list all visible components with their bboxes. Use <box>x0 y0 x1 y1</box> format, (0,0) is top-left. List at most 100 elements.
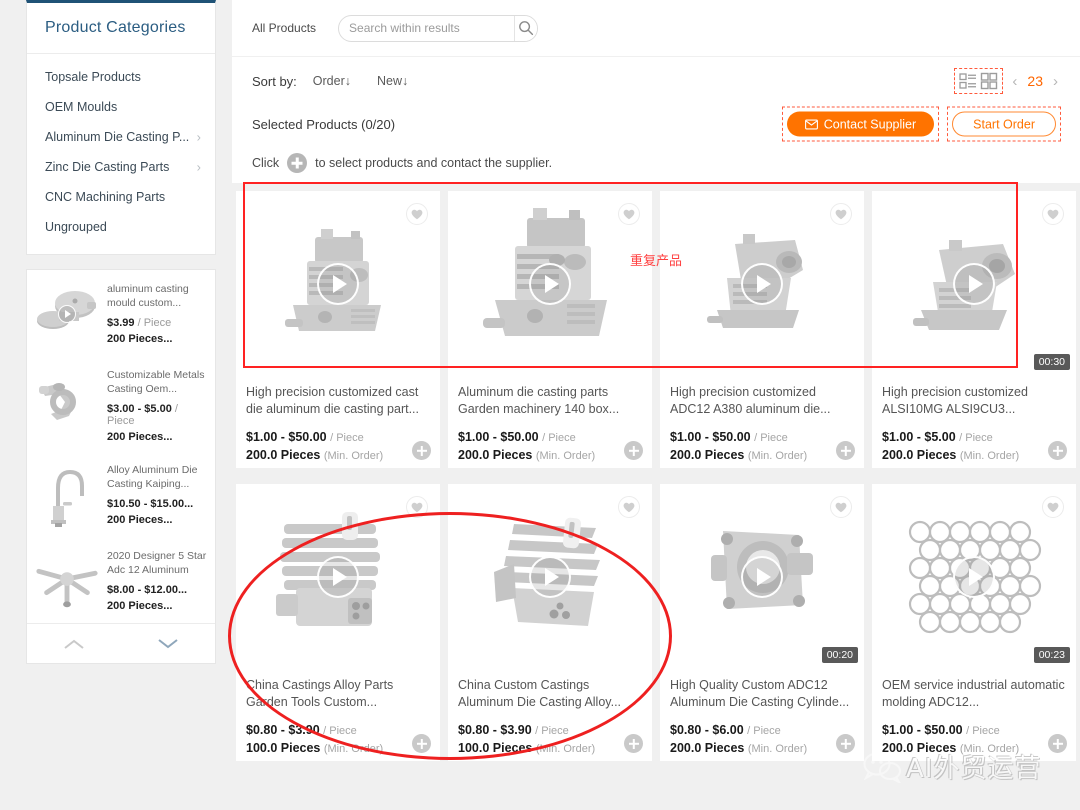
select-product-button[interactable] <box>836 441 855 460</box>
list-item[interactable]: aluminum casting mould custom... $3.99 /… <box>27 270 215 356</box>
sidebar-item-topsale-products[interactable]: Topsale Products <box>27 62 215 92</box>
select-product-button[interactable] <box>624 441 643 460</box>
moq-value: 200.0 Pieces <box>882 741 957 755</box>
moq-value: 200.0 Pieces <box>246 448 321 462</box>
product-price: $1.00 - $50.00 / Piece <box>246 430 430 444</box>
select-product-button[interactable] <box>412 441 431 460</box>
favorite-button[interactable] <box>618 203 640 225</box>
product-price: $8.00 - $12.00... <box>107 584 207 596</box>
product-title[interactable]: High Quality Custom ADC12 Aluminum Die C… <box>670 677 854 711</box>
product-categories-title: Product Categories <box>27 3 215 54</box>
play-button[interactable] <box>529 262 571 305</box>
product-price: $3.99 / Piece <box>107 317 207 329</box>
product-title[interactable]: OEM service industrial automatic molding… <box>882 677 1066 711</box>
favorite-button[interactable] <box>406 496 428 518</box>
list-item[interactable]: Customizable Metals Casting Oem... $3.00… <box>27 356 215 451</box>
sidebar-item-aluminum-die-casting[interactable]: Aluminum Die Casting P... › <box>27 122 215 152</box>
prev-page-button[interactable]: ‹ <box>1010 73 1019 90</box>
product-moq: 200 Pieces... <box>107 431 173 443</box>
play-button[interactable] <box>317 262 359 305</box>
product-image[interactable] <box>236 484 440 669</box>
search-button[interactable] <box>514 15 538 41</box>
product-image[interactable]: 00:23 <box>872 484 1076 669</box>
play-button[interactable] <box>741 262 783 305</box>
sort-option-order[interactable]: Order↓ <box>313 74 351 88</box>
select-product-button[interactable] <box>412 734 431 753</box>
favorite-button[interactable] <box>1042 203 1064 225</box>
favorite-button[interactable] <box>406 203 428 225</box>
moq-sub: (Min. Order) <box>323 450 384 462</box>
moq-value: 100.0 Pieces <box>246 741 321 755</box>
select-product-button[interactable] <box>624 734 643 753</box>
product-grid-row-1: High precision customized cast die alumi… <box>232 183 1080 468</box>
product-thumbnail[interactable] <box>33 280 101 348</box>
product-info: 2020 Designer 5 Star Adc 12 Aluminum D..… <box>107 547 207 612</box>
product-image[interactable] <box>448 191 652 376</box>
product-thumbnail[interactable] <box>33 547 101 615</box>
play-button[interactable] <box>953 262 995 305</box>
sidebar-item-cnc-machining-parts[interactable]: CNC Machining Parts <box>27 182 215 212</box>
play-button[interactable] <box>741 555 783 598</box>
play-button[interactable] <box>953 555 995 598</box>
sort-option-new[interactable]: New↓ <box>377 74 408 88</box>
product-price: $1.00 - $50.00 / Piece <box>882 723 1066 737</box>
favorite-button[interactable] <box>830 496 852 518</box>
product-card[interactable]: High precision customized ADC12 A380 alu… <box>660 191 864 468</box>
product-moq: 200.0 Pieces (Min. Order) <box>882 448 1066 462</box>
favorite-button[interactable] <box>1042 496 1064 518</box>
scroll-up-button[interactable] <box>27 624 121 663</box>
product-card[interactable]: High precision customized cast die alumi… <box>236 191 440 468</box>
product-moq: 200.0 Pieces (Min. Order) <box>670 741 854 755</box>
product-info: Alloy Aluminum Die Casting Kaiping... $1… <box>107 461 207 526</box>
grid-view-icon[interactable] <box>980 72 998 90</box>
product-moq: 200.0 Pieces (Min. Order) <box>458 448 642 462</box>
product-title[interactable]: High precision customized ADC12 A380 alu… <box>670 384 854 418</box>
play-button[interactable] <box>529 555 571 598</box>
play-button[interactable] <box>58 305 76 323</box>
list-item[interactable]: 2020 Designer 5 Star Adc 12 Aluminum D..… <box>27 537 215 623</box>
product-title[interactable]: China Castings Alloy Parts Garden Tools … <box>246 677 430 711</box>
product-image[interactable]: 00:30 <box>872 191 1076 376</box>
select-product-button[interactable] <box>1048 734 1067 753</box>
product-image[interactable] <box>236 191 440 376</box>
contact-supplier-wrap: Contact Supplier <box>781 106 940 142</box>
next-page-button[interactable]: › <box>1051 73 1060 90</box>
product-image[interactable] <box>448 484 652 669</box>
contact-supplier-button[interactable]: Contact Supplier <box>786 111 935 137</box>
select-product-button[interactable] <box>836 734 855 753</box>
sort-by-label: Sort by: <box>252 73 297 89</box>
moq-sub: (Min. Order) <box>323 743 384 755</box>
select-product-button[interactable] <box>1048 441 1067 460</box>
product-card[interactable]: 00:30 High precision customized ALSI10MG… <box>872 191 1076 468</box>
all-products-label: All Products <box>252 21 317 35</box>
product-image[interactable]: 00:20 <box>660 484 864 669</box>
product-thumbnail[interactable] <box>33 461 101 529</box>
list-item[interactable]: Alloy Aluminum Die Casting Kaiping... $1… <box>27 451 215 537</box>
product-image[interactable] <box>660 191 864 376</box>
scroll-down-button[interactable] <box>121 624 215 663</box>
product-title[interactable]: High precision customized cast die alumi… <box>246 384 430 418</box>
price-value: $10.50 - $15.00... <box>107 498 194 510</box>
product-card[interactable]: China Custom Castings Aluminum Die Casti… <box>448 484 652 761</box>
product-title[interactable]: China Custom Castings Aluminum Die Casti… <box>458 677 642 711</box>
product-card[interactable]: 00:23 OEM service industrial automatic m… <box>872 484 1076 761</box>
favorite-button[interactable] <box>618 496 640 518</box>
sidebar-item-zinc-die-casting-parts[interactable]: Zinc Die Casting Parts › <box>27 152 215 182</box>
product-card[interactable]: Aluminum die casting parts Garden machin… <box>448 191 652 468</box>
sidebar-item-oem-moulds[interactable]: OEM Moulds <box>27 92 215 122</box>
product-card[interactable]: China Castings Alloy Parts Garden Tools … <box>236 484 440 761</box>
selected-products-count: Selected Products (0/20) <box>252 116 396 132</box>
category-label: Ungrouped <box>45 220 107 234</box>
play-button[interactable] <box>317 555 359 598</box>
product-thumbnail[interactable] <box>33 366 101 434</box>
product-title[interactable]: Aluminum die casting parts Garden machin… <box>458 384 642 418</box>
product-card[interactable]: 00:20 High Quality Custom ADC12 Aluminum… <box>660 484 864 761</box>
moq-sub: (Min. Order) <box>959 743 1020 755</box>
price-unit: / Piece <box>966 725 1000 737</box>
start-order-button[interactable]: Start Order <box>952 111 1056 137</box>
favorite-button[interactable] <box>830 203 852 225</box>
sidebar-item-ungrouped[interactable]: Ungrouped <box>27 212 215 242</box>
list-view-icon[interactable] <box>959 72 977 90</box>
search-input[interactable] <box>339 15 515 41</box>
product-title[interactable]: High precision customized ALSI10MG ALSI9… <box>882 384 1066 418</box>
